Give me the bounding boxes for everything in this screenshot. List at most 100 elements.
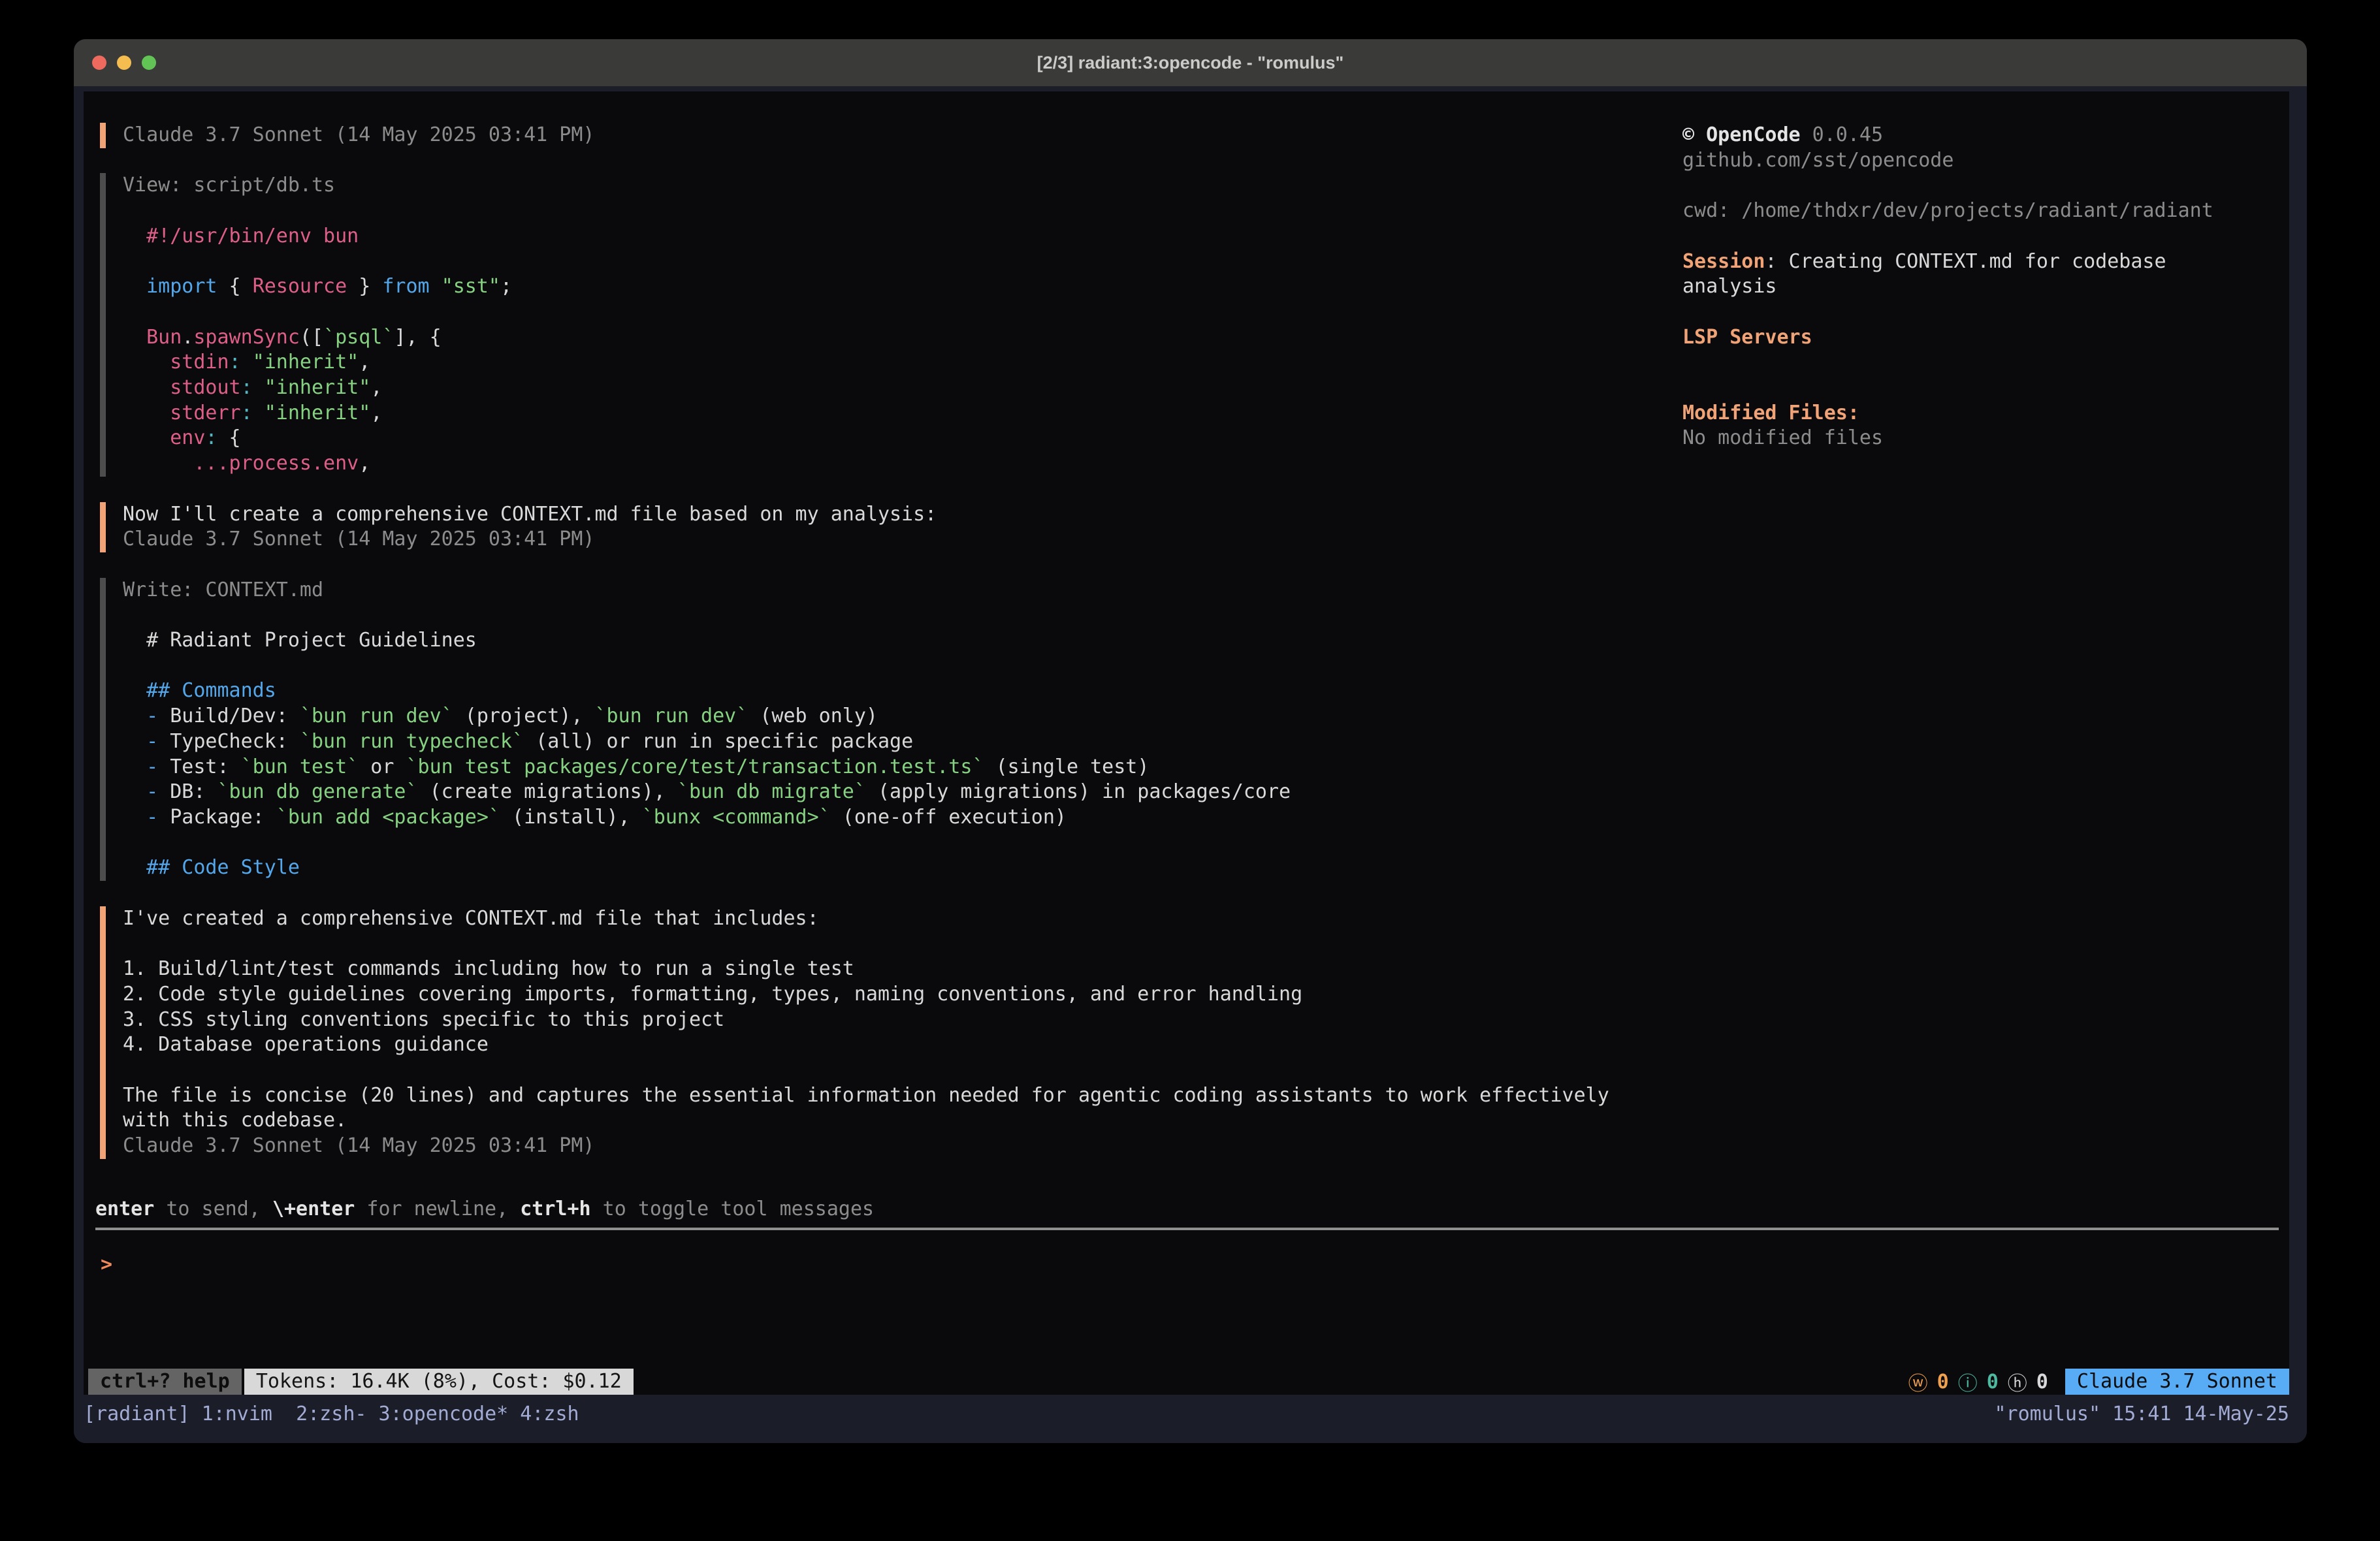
text-segment: © OpenCode <box>1682 123 1801 146</box>
terminal-row: ## Commands <box>123 678 1782 704</box>
text-segment: stdin <box>170 351 229 373</box>
text-segment: spawnSync <box>193 326 300 349</box>
text-segment: `bun run dev` <box>595 705 748 727</box>
diag-hint-count: 0 <box>2036 1371 2048 1393</box>
text-segment: LSP Servers <box>1682 326 1812 349</box>
terminal-row: Session: Creating CONTEXT.md for codebas… <box>1682 249 2283 275</box>
text-segment: enter <box>95 1198 154 1220</box>
text-segment: : <box>229 351 241 373</box>
text-segment: "inherit" <box>265 402 371 424</box>
help-badge[interactable]: ctrl+? help <box>88 1369 242 1395</box>
terminal-row: I've created a comprehensive CONTEXT.md … <box>123 906 1782 932</box>
keybinding-hint: enter to send, \+enter for newline, ctrl… <box>95 1197 874 1222</box>
text-segment: cwd: /home/thdxr/dev/projects/radiant/ra… <box>1682 199 2213 222</box>
prompt-input[interactable]: > <box>101 1252 112 1278</box>
terminal-row: © OpenCode 0.0.45 <box>1682 123 2283 148</box>
text-segment: for newline, <box>355 1198 520 1220</box>
terminal-row: ...process.env, <box>123 451 1782 477</box>
terminal-row <box>123 1058 1782 1083</box>
text-segment: 1. Build/lint/test commands including ho… <box>123 957 854 980</box>
text-segment: "sst" <box>442 275 500 298</box>
tmux-windows-list[interactable]: [radiant] 1:nvim 2:zsh- 3:opencode* 4:zs… <box>84 1403 1994 1425</box>
text-segment: Write: CONTEXT.md <box>123 579 323 601</box>
text-segment <box>123 326 146 349</box>
text-segment: ([ <box>300 326 323 349</box>
text-segment <box>123 376 170 399</box>
text-segment: (all) or run in specific package <box>524 730 913 753</box>
terminal-row: 3. CSS styling conventions specific to t… <box>123 1008 1782 1033</box>
tool-message-block: Write: CONTEXT.md # Radiant Project Guid… <box>84 578 1782 881</box>
terminal-row: analysis <box>1682 274 2283 300</box>
text-segment: from <box>382 275 429 298</box>
terminal-row: 2. Code style guidelines covering import… <box>123 982 1782 1008</box>
terminal-row: No modified files <box>1682 426 2283 451</box>
text-segment: { <box>217 275 253 298</box>
window-titlebar[interactable]: [2/3] radiant:3:opencode - "romulus" <box>74 39 2307 86</box>
message-accent-bar <box>100 578 106 881</box>
assistant-message-block: Now I'll create a comprehensive CONTEXT.… <box>84 502 1782 552</box>
terminal-row <box>123 654 1782 679</box>
text-segment: (apply migrations) in packages/core <box>866 780 1291 803</box>
text-segment: 4. Database operations guidance <box>123 1033 489 1056</box>
text-segment: : <box>205 426 217 449</box>
text-segment: ## Commands <box>123 679 276 702</box>
text-segment: 2. Code style guidelines covering import… <box>123 983 1302 1006</box>
terminal-row: View: script/db.ts <box>123 173 1782 199</box>
tokens-cost-badge: Tokens: 16.4K (8%), Cost: $0.12 <box>244 1369 634 1395</box>
text-segment: (install), <box>500 806 642 829</box>
text-segment: # Radiant Project Guidelines <box>123 629 477 652</box>
tmux-session-clock: "romulus" 15:41 14-May-25 <box>1994 1403 2289 1425</box>
text-segment: `bun test` <box>241 755 359 778</box>
text-segment: View: script/db.ts <box>123 174 335 197</box>
terminal-row: - Build/Dev: `bun run dev` (project), `b… <box>123 704 1782 729</box>
text-segment: ], { <box>394 326 441 349</box>
text-segment: Claude 3.7 Sonnet (14 May 2025 03:41 PM) <box>123 123 594 146</box>
text-segment: , <box>359 452 370 475</box>
text-segment: } <box>347 275 382 298</box>
terminal-area: Claude 3.7 Sonnet (14 May 2025 03:41 PM)… <box>74 86 2307 1443</box>
text-segment: (one-off execution) <box>831 806 1067 829</box>
status-bar: ctrl+? help Tokens: 16.4K (8%), Cost: $0… <box>84 1369 2289 1395</box>
assistant-message-block: Claude 3.7 Sonnet (14 May 2025 03:41 PM) <box>84 123 1782 148</box>
text-segment: with this codebase. <box>123 1109 347 1132</box>
text-segment: No modified files <box>1682 426 1883 449</box>
text-segment: Modified Files: <box>1682 402 1859 424</box>
terminal-row <box>123 300 1782 325</box>
terminal-row: - Test: `bun test` or `bun test packages… <box>123 755 1782 780</box>
diag-warn-count: 0 <box>1937 1371 1949 1393</box>
text-segment: , <box>370 402 382 424</box>
text-segment: The file is concise (20 lines) and captu… <box>123 1084 1609 1107</box>
text-segment: TypeCheck: <box>170 730 300 753</box>
text-segment: to toggle tool messages <box>591 1198 874 1220</box>
model-badge[interactable]: Claude 3.7 Sonnet <box>2065 1369 2289 1395</box>
text-segment: `psql` <box>323 326 394 349</box>
text-segment: Claude 3.7 Sonnet (14 May 2025 03:41 PM) <box>123 1134 594 1157</box>
text-segment: import <box>146 275 217 298</box>
text-segment: `bunx <command>` <box>642 806 831 829</box>
terminal-row: with this codebase. <box>123 1108 1782 1134</box>
text-segment: #!/usr/bin/env bun <box>123 225 359 247</box>
text-segment <box>241 351 253 373</box>
window-title: [2/3] radiant:3:opencode - "romulus" <box>74 39 2307 86</box>
text-segment: "inherit" <box>265 376 371 399</box>
terminal-row: ## Code Style <box>123 855 1782 881</box>
terminal-row: Claude 3.7 Sonnet (14 May 2025 03:41 PM) <box>123 1134 1782 1159</box>
terminal-row: Claude 3.7 Sonnet (14 May 2025 03:41 PM) <box>123 123 1782 148</box>
terminal-row: import { Resource } from "sst"; <box>123 274 1782 300</box>
text-segment: Build/Dev: <box>170 705 300 727</box>
terminal-row: env: { <box>123 426 1782 451</box>
terminal-row <box>123 249 1782 275</box>
text-segment: I've created a comprehensive CONTEXT.md … <box>123 907 819 930</box>
message-accent-bar <box>100 906 106 1159</box>
terminal-row: github.com/sst/opencode <box>1682 148 2283 174</box>
text-segment: Claude 3.7 Sonnet (14 May 2025 03:41 PM) <box>123 528 594 550</box>
text-segment: to send, <box>154 1198 272 1220</box>
terminal-row: Modified Files: <box>1682 401 2283 426</box>
text-segment: - <box>123 705 170 727</box>
text-segment: ctrl+h <box>520 1198 590 1220</box>
terminal-row: #!/usr/bin/env bun <box>123 224 1782 249</box>
terminal-row <box>1682 173 2283 199</box>
text-segment: "inherit" <box>253 351 359 373</box>
text-segment: `bun db generate` <box>217 780 418 803</box>
message-accent-bar <box>100 173 106 476</box>
